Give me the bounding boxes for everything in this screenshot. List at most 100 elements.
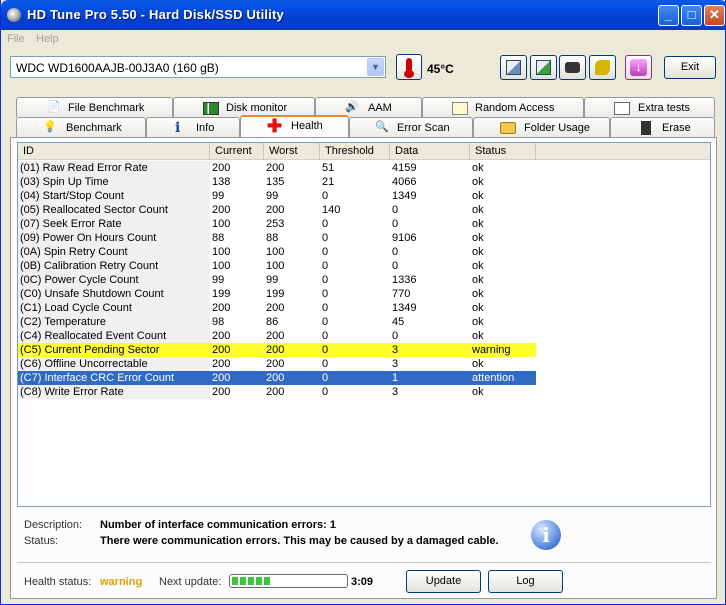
screenshot-button[interactable] <box>559 55 586 80</box>
tab-error-scan[interactable]: 🔍 Error Scan <box>349 117 473 137</box>
tab-label: Random Access <box>475 102 555 114</box>
tab-random-access[interactable]: Random Access <box>422 97 584 117</box>
lightbulb-icon: 💡 <box>43 121 57 133</box>
status-value: ok <box>472 288 484 300</box>
current-value: 100 <box>212 218 231 230</box>
app-icon <box>7 8 21 22</box>
table-row[interactable]: (C5) Current Pending Sector 200 200 0 3 warni… <box>18 343 536 357</box>
column-header-data[interactable]: Data <box>390 143 470 160</box>
copy-screenshot-button[interactable] <box>530 55 557 80</box>
smart-table[interactable]: ID Current Worst Threshold Data Status (… <box>17 142 711 507</box>
current-value: 99 <box>212 274 225 286</box>
table-row[interactable]: (C4) Reallocated Event Count 200 200 0 0 ok <box>18 329 535 343</box>
menu-file[interactable]: File <box>7 33 25 45</box>
tab-aam[interactable]: 🔊 AAM <box>315 97 422 117</box>
next-update-progress <box>229 574 348 588</box>
current-value: 199 <box>212 288 231 300</box>
smart-id: (07) Seek Error Rate <box>18 217 210 231</box>
raw-data-value: 1336 <box>392 274 417 286</box>
worst-value: 99 <box>266 190 279 202</box>
save-button[interactable]: ↓ <box>625 55 652 80</box>
smart-id: (C4) Reallocated Event Count <box>18 329 210 343</box>
table-row[interactable]: (C6) Offline Uncorrectable 200 200 0 3 ok <box>18 357 535 371</box>
minimize-button[interactable]: _ <box>658 5 679 26</box>
log-button[interactable]: Log <box>488 570 563 593</box>
current-value: 200 <box>212 204 231 216</box>
tab-label: Error Scan <box>397 122 450 134</box>
tab-file-benchmark[interactable]: 📄 File Benchmark <box>16 97 173 117</box>
status-value: ok <box>472 316 484 328</box>
tab-disk-monitor[interactable]: Disk monitor <box>173 97 315 117</box>
table-row[interactable]: (C0) Unsafe Shutdown Count 199 199 0 770 ok <box>18 287 535 301</box>
worst-value: 88 <box>266 232 279 244</box>
status-value: ok <box>472 218 484 230</box>
worst-value: 86 <box>266 316 279 328</box>
thermometer-icon[interactable] <box>396 54 422 80</box>
tab-folder-usage[interactable]: Folder Usage <box>473 117 610 137</box>
drive-select[interactable]: WDC WD1600AAJB-00J3A0 (160 gB) ▼ <box>10 56 386 78</box>
table-row[interactable]: (03) Spin Up Time 138 135 21 4066 ok <box>18 175 535 189</box>
threshold-value: 0 <box>320 343 390 357</box>
worst-value: 253 <box>266 218 285 230</box>
table-row[interactable]: (C2) Temperature 98 86 0 45 ok <box>18 315 535 329</box>
tab-label: Health <box>291 120 323 132</box>
tab-label: Disk monitor <box>226 102 288 114</box>
drive-select-value: WDC WD1600AAJB-00J3A0 (160 gB) <box>16 61 219 75</box>
table-row[interactable]: (05) Reallocated Sector Count 200 200 140 0 o… <box>18 203 535 217</box>
title-bar[interactable]: HD Tune Pro 5.50 - Hard Disk/SSD Utility… <box>1 0 726 30</box>
column-header-status[interactable]: Status <box>470 143 536 160</box>
copy-text-button[interactable] <box>500 55 527 80</box>
raw-data-value: 4066 <box>392 176 417 188</box>
threshold-value: 0 <box>322 302 329 314</box>
tab-extra-tests[interactable]: Extra tests <box>584 97 715 117</box>
extra-tests-icon <box>614 102 630 115</box>
worst-value: 100 <box>266 246 285 258</box>
table-row[interactable]: (0C) Power Cycle Count 99 99 0 1336 ok <box>18 273 535 287</box>
current-value: 200 <box>210 371 264 385</box>
menu-help[interactable]: Help <box>36 33 59 45</box>
tab-benchmark[interactable]: 💡 Benchmark <box>16 117 146 137</box>
column-header-threshold[interactable]: Threshold <box>320 143 390 160</box>
options-button[interactable] <box>589 55 616 80</box>
raw-data-value: 1349 <box>392 190 417 202</box>
maximize-button[interactable]: □ <box>681 5 702 26</box>
tab-info[interactable]: i Info <box>146 117 240 137</box>
status-value: ok <box>472 190 484 202</box>
threshold-value: 0 <box>322 274 329 286</box>
copy-text-icon <box>506 60 521 75</box>
table-row[interactable]: (07) Seek Error Rate 100 253 0 0 ok <box>18 217 535 231</box>
tab-label: Info <box>196 122 215 134</box>
raw-data-value: 770 <box>392 288 411 300</box>
table-row[interactable]: (09) Power On Hours Count 88 88 0 9106 ok <box>18 231 535 245</box>
exit-button[interactable]: Exit <box>664 56 716 79</box>
smart-id: (0B) Calibration Retry Count <box>18 259 210 273</box>
threshold-value: 0 <box>322 386 329 398</box>
table-row[interactable]: (01) Raw Read Error Rate 200 200 51 4159 ok <box>18 161 535 175</box>
current-value: 98 <box>212 316 225 328</box>
tab-erase[interactable]: Erase <box>610 117 715 137</box>
tab-health[interactable]: ✚ Health <box>240 115 349 137</box>
raw-data-value: 4159 <box>392 162 417 174</box>
current-value: 200 <box>210 343 264 357</box>
file-benchmark-icon: 📄 <box>47 101 61 113</box>
column-header-current[interactable]: Current <box>210 143 264 160</box>
table-row[interactable]: (C7) Interface CRC Error Count 200 200 0 1 at… <box>18 371 536 385</box>
smart-id: (05) Reallocated Sector Count <box>18 203 210 217</box>
table-row[interactable]: (0B) Calibration Retry Count 100 100 0 0 ok <box>18 259 535 273</box>
status-value: ok <box>472 358 484 370</box>
next-update-label: Next update: <box>159 576 222 588</box>
column-header-id[interactable]: ID <box>18 143 210 160</box>
description-text: Number of interface communication errors… <box>100 519 336 531</box>
worst-value: 200 <box>266 386 285 398</box>
update-button[interactable]: Update <box>406 570 481 593</box>
table-row[interactable]: (C1) Load Cycle Count 200 200 0 1349 ok <box>18 301 535 315</box>
table-row[interactable]: (04) Start/Stop Count 99 99 0 1349 ok <box>18 189 535 203</box>
column-header-worst[interactable]: Worst <box>264 143 320 160</box>
table-row[interactable]: (C8) Write Error Rate 200 200 0 3 ok <box>18 385 535 399</box>
current-value: 200 <box>212 330 231 342</box>
raw-data-value: 45 <box>392 316 405 328</box>
smart-id: (C5) Current Pending Sector <box>18 343 210 357</box>
close-button[interactable]: ✕ <box>704 5 725 26</box>
table-row[interactable]: (0A) Spin Retry Count 100 100 0 0 ok <box>18 245 535 259</box>
chevron-down-icon[interactable]: ▼ <box>367 58 384 76</box>
